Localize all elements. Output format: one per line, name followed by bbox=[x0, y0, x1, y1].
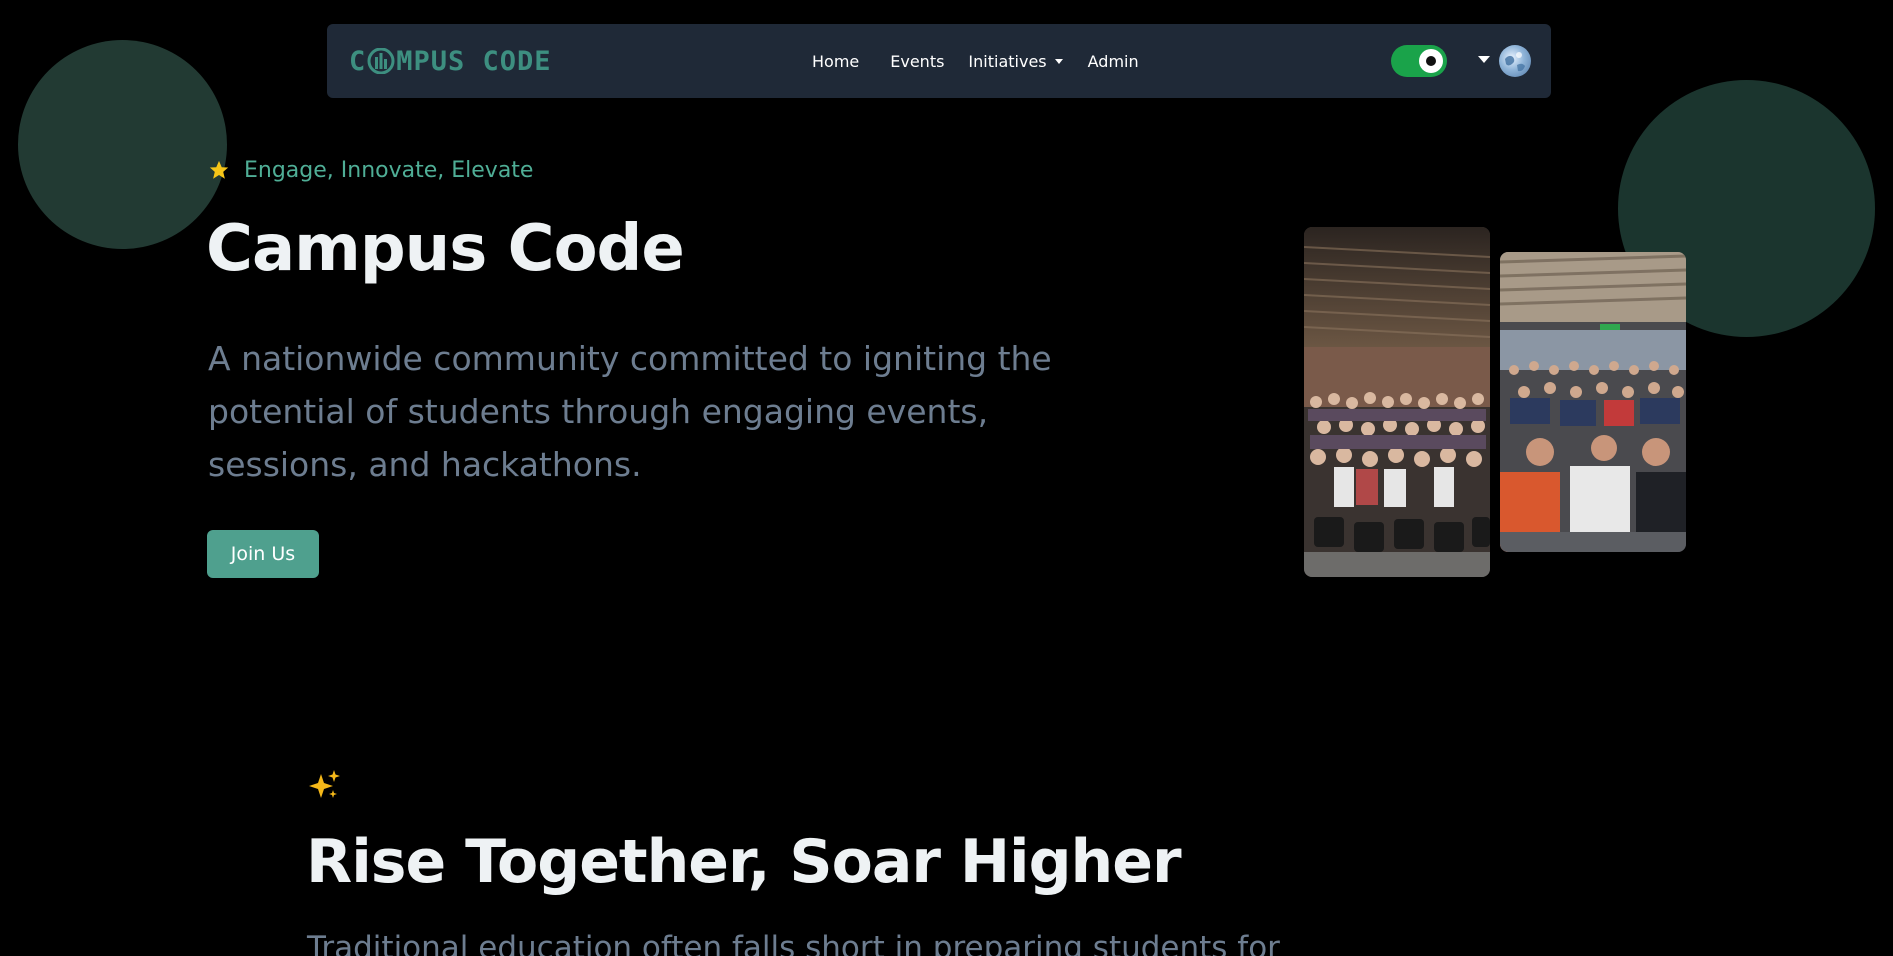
campus-code-logo[interactable]: C MPUS CODE bbox=[349, 44, 552, 78]
tagline-text: Engage, Innovate, Elevate bbox=[244, 157, 534, 183]
logo-text-end: MPUS CODE bbox=[396, 45, 552, 77]
group-photo-workshop bbox=[1500, 252, 1686, 552]
join-us-button[interactable]: Join Us bbox=[207, 530, 319, 578]
group-photo-auditorium bbox=[1304, 227, 1490, 577]
caret-down-icon bbox=[1054, 58, 1063, 64]
theme-toggle[interactable] bbox=[1391, 45, 1447, 77]
sun-icon bbox=[1426, 56, 1436, 66]
section-text: Traditional education often falls short … bbox=[307, 930, 1280, 956]
hero-description: A nationwide community committed to igni… bbox=[208, 339, 1052, 484]
page: C MPUS CODE Home Events Initiatives Admi… bbox=[0, 0, 1893, 956]
star-icon bbox=[209, 160, 229, 179]
section-title: Rise Together, Soar Higher bbox=[306, 827, 1182, 897]
hero-title: Campus Code bbox=[206, 212, 685, 286]
logo-text-start: C bbox=[349, 45, 367, 77]
hero-tagline: Engage, Innovate, Elevate bbox=[208, 155, 533, 185]
nav-admin[interactable]: Admin bbox=[1088, 52, 1139, 71]
navbar: C MPUS CODE Home Events Initiatives Admi… bbox=[327, 24, 1551, 98]
avatar[interactable] bbox=[1499, 45, 1531, 77]
toggle-knob bbox=[1419, 49, 1443, 73]
profile-menu-caret-icon[interactable] bbox=[1478, 56, 1490, 63]
nav-initiatives-label: Initiatives bbox=[968, 51, 1047, 71]
nav-home[interactable]: Home bbox=[812, 52, 859, 71]
nav-links: Home Events Initiatives Admin bbox=[812, 48, 1139, 74]
avatar-globe-icon bbox=[1505, 52, 1525, 72]
nav-events[interactable]: Events bbox=[890, 52, 944, 71]
city-skyline-icon bbox=[367, 47, 395, 75]
decorative-circle-left bbox=[18, 40, 227, 249]
nav-initiatives-dropdown[interactable]: Initiatives bbox=[968, 51, 1063, 71]
sparkles-icon bbox=[309, 770, 340, 798]
